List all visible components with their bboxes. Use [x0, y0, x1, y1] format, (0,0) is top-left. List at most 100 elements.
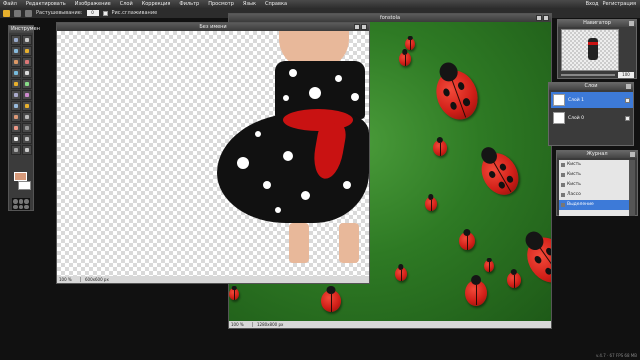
clone-tool-icon[interactable]	[11, 90, 21, 100]
menu-language[interactable]: Язык	[243, 1, 256, 7]
document-window-untitled: Без имени 100 % 600x600 px	[56, 22, 370, 284]
doll-leg	[289, 223, 309, 263]
tool-grid	[9, 33, 33, 157]
eyedropper-tool-icon[interactable]	[22, 134, 32, 144]
history-item[interactable]: Лассо	[559, 190, 629, 200]
pixlr-editor: Файл Редактировать Изображение Слой Корр…	[0, 0, 640, 360]
lasso-tool-icon[interactable]	[22, 46, 32, 56]
zoom-tool-icon[interactable]	[22, 145, 32, 155]
history-scrollbar[interactable]	[629, 160, 635, 216]
background-color-swatch[interactable]	[18, 181, 31, 190]
layer-visibility-checkbox[interactable]	[625, 115, 630, 121]
menu-adjustment[interactable]: Коррекция	[142, 1, 171, 7]
navigator-title-text: Навигатор	[583, 20, 611, 26]
close-icon[interactable]	[361, 24, 367, 30]
menu-view[interactable]: Просмотр	[208, 1, 234, 7]
history-item[interactable]: Кисть	[559, 170, 629, 180]
gradient-tool-icon[interactable]	[22, 79, 32, 89]
tools-panel-title: Инструмен	[9, 26, 40, 33]
ladybug-image	[405, 38, 415, 50]
sponge-tool-icon[interactable]	[11, 123, 21, 133]
hand-tool-icon[interactable]	[11, 145, 21, 155]
ladybug-image	[465, 280, 487, 306]
history-item[interactable]: Кисть	[559, 160, 629, 170]
history-item[interactable]: Кисть	[559, 180, 629, 190]
polka-dot	[343, 181, 351, 189]
polka-dot	[289, 69, 297, 77]
color-replace-tool-icon[interactable]	[22, 90, 32, 100]
login-link[interactable]: Вход	[586, 1, 599, 7]
feather-input[interactable]: 0	[86, 10, 99, 16]
menu-image[interactable]: Изображение	[75, 1, 111, 7]
navigator-panel: Навигатор 100	[557, 19, 637, 79]
smudge-tool-icon[interactable]	[22, 112, 32, 122]
layer-visibility-checkbox[interactable]	[625, 97, 630, 103]
text-tool-icon[interactable]	[11, 134, 21, 144]
sharpen-tool-icon[interactable]	[11, 112, 21, 122]
tool-presets-icon[interactable]	[12, 198, 30, 210]
menu-help[interactable]: Справка	[265, 1, 287, 7]
layer-name: Слой 0	[568, 115, 584, 121]
document-title: fonstola	[379, 15, 401, 21]
close-icon[interactable]	[543, 15, 549, 21]
navigator-preview[interactable]	[561, 29, 619, 71]
ladybug-image	[229, 288, 239, 300]
eraser-tool-icon[interactable]	[22, 68, 32, 78]
doll-leg	[339, 223, 359, 263]
tools-panel: Инструмен	[8, 25, 40, 211]
polka-dot	[283, 95, 289, 101]
menu-file[interactable]: Файл	[3, 1, 17, 7]
polka-dot	[351, 93, 359, 101]
navigator-zoom-input[interactable]: 100	[618, 72, 634, 78]
polka-dot	[263, 181, 271, 189]
close-icon[interactable]	[629, 21, 634, 26]
polka-dot	[255, 131, 261, 137]
transparent-canvas[interactable]	[57, 31, 369, 277]
antialias-checkbox[interactable]	[102, 10, 108, 16]
layer-row[interactable]: Слой 0	[551, 110, 633, 126]
selection-mode-icon[interactable]	[14, 9, 21, 17]
wand-tool-icon[interactable]	[11, 57, 21, 67]
menu-layer[interactable]: Слой	[120, 1, 133, 7]
ladybug-image	[395, 267, 407, 281]
selection-add-icon[interactable]	[25, 9, 32, 17]
document-titlebar[interactable]: fonstola	[229, 14, 551, 22]
menu-filter[interactable]: Фильтр	[179, 1, 199, 7]
maximize-icon[interactable]	[536, 15, 542, 21]
polka-dot	[237, 157, 249, 169]
lasso-tool-icon[interactable]	[3, 9, 10, 17]
history-item[interactable]: Выделение	[559, 200, 629, 210]
crop-tool-icon[interactable]	[11, 35, 21, 45]
navigator-title[interactable]: Навигатор	[558, 20, 636, 27]
ladybug-image	[433, 140, 447, 156]
zoom-level[interactable]: 100 %	[229, 322, 253, 327]
layers-title[interactable]: Слои	[549, 83, 633, 90]
maximize-icon[interactable]	[354, 24, 360, 30]
close-icon[interactable]	[630, 152, 635, 157]
window-buttons	[354, 24, 367, 30]
zoom-level[interactable]: 100 %	[57, 277, 81, 282]
marquee-tool-icon[interactable]	[11, 46, 21, 56]
history-title[interactable]: Журнал	[557, 151, 637, 158]
pencil-tool-icon[interactable]	[22, 57, 32, 67]
image-dimensions: 1280x800 px	[257, 322, 284, 327]
brush-tool-icon[interactable]	[11, 68, 21, 78]
menu-edit[interactable]: Редактировать	[26, 1, 66, 7]
blur-tool-icon[interactable]	[22, 101, 32, 111]
ladybug-image	[518, 229, 551, 291]
version-info: v.4.7 · 67 FPS 68 MB	[596, 353, 637, 358]
foreground-color-swatch[interactable]	[14, 172, 27, 181]
layer-row[interactable]: Слой 1	[551, 92, 633, 108]
ladybug-image	[507, 272, 521, 288]
document-titlebar[interactable]: Без имени	[57, 23, 369, 31]
dodge-tool-icon[interactable]	[22, 123, 32, 133]
drawing-tool-icon[interactable]	[11, 101, 21, 111]
register-link[interactable]: Регистрация	[602, 1, 636, 7]
document-statusbar: 100 % 1280x800 px	[229, 321, 551, 328]
close-icon[interactable]	[626, 84, 631, 89]
move-tool-icon[interactable]	[22, 35, 32, 45]
ladybug-image	[429, 64, 485, 126]
ladybug-image	[321, 290, 341, 312]
bucket-tool-icon[interactable]	[11, 79, 21, 89]
navigator-zoom-slider[interactable]	[561, 74, 615, 76]
